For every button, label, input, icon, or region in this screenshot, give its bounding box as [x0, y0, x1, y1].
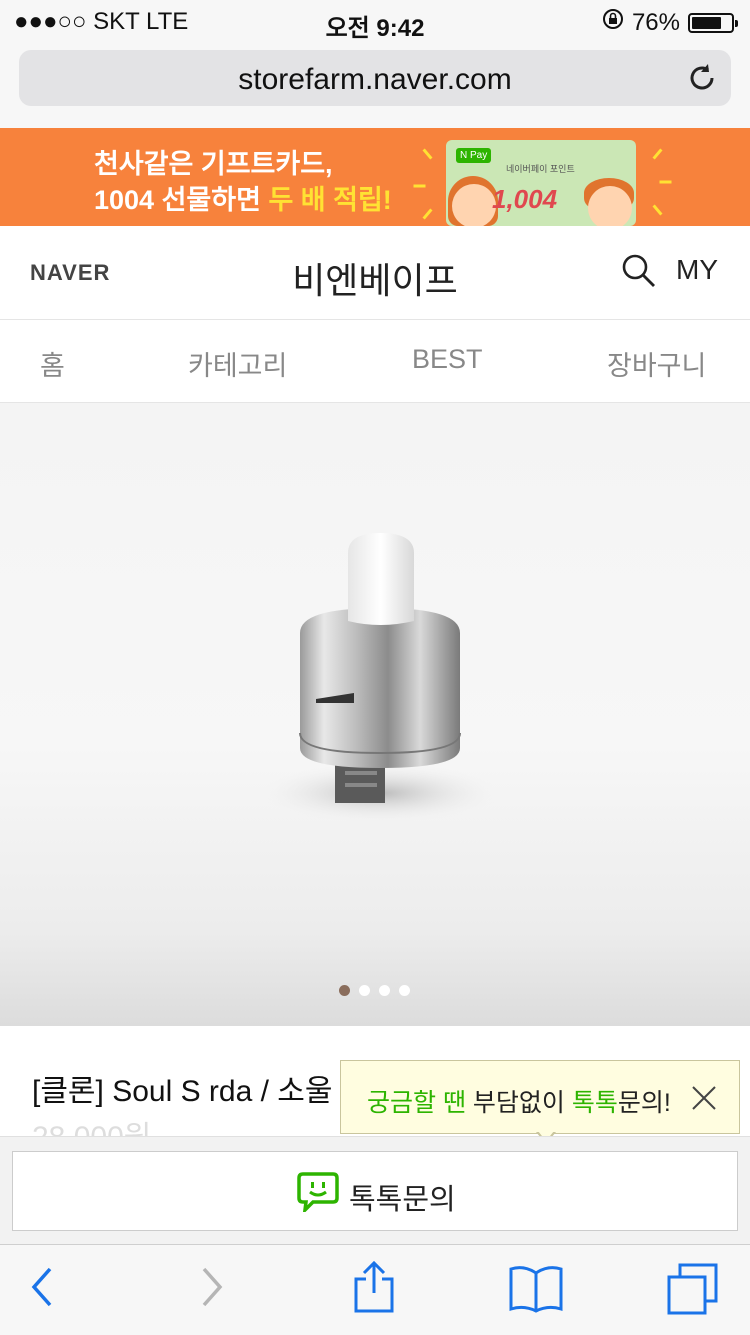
tab-category[interactable]: 카테고리	[188, 344, 287, 383]
boy-face	[588, 186, 632, 226]
address-bar[interactable]: storefarm.naver.com	[19, 50, 731, 106]
close-icon[interactable]	[691, 1085, 717, 1116]
banner-highlight: 두 배 적립!	[268, 185, 392, 215]
sparkle-icon	[652, 204, 663, 216]
rotation-lock-icon	[602, 8, 624, 37]
forward-icon[interactable]	[196, 1265, 226, 1314]
tooltip-text: 궁금할 땐 부담없이 톡톡문의!	[367, 1083, 671, 1119]
npay-badge: N Pay	[456, 148, 492, 163]
store-header: NAVER 비엔베이프 MY	[0, 226, 750, 320]
product-photo	[260, 533, 500, 823]
browser-address-area: storefarm.naver.com	[0, 42, 750, 129]
tooltip-part1: 궁금할 땐	[367, 1089, 466, 1117]
carousel-dot-active[interactable]	[339, 985, 350, 996]
tab-best[interactable]: BEST	[412, 344, 483, 375]
my-button[interactable]: MY	[676, 254, 718, 286]
gift-card-image: N Pay 네이버페이 포인트 1,004	[446, 140, 636, 226]
store-tabs: 홈 카테고리 BEST 장바구니	[0, 320, 750, 403]
url-text[interactable]: storefarm.naver.com	[19, 63, 731, 97]
banner-line2: 1004 선물하면 두 배 적립!	[94, 178, 392, 217]
card-subtitle: 네이버페이 포인트	[506, 164, 575, 174]
sparkle-icon	[652, 148, 663, 160]
carousel-dot[interactable]	[359, 985, 370, 996]
card-amount: 1,004	[492, 184, 558, 214]
sparkle-icon	[659, 180, 672, 184]
browser-toolbar	[0, 1244, 750, 1335]
carousel-dot[interactable]	[379, 985, 390, 996]
sparkle-icon	[413, 184, 426, 188]
talk-tooltip: 궁금할 땐 부담없이 톡톡문의!	[340, 1060, 740, 1134]
carousel-dot[interactable]	[399, 985, 410, 996]
sparkle-icon	[422, 148, 433, 160]
product-image-carousel[interactable]	[0, 403, 750, 1026]
girl-face	[452, 184, 496, 226]
tooltip-part3: 톡톡	[571, 1089, 618, 1117]
bookmarks-icon[interactable]	[508, 1265, 564, 1318]
tab-cart[interactable]: 장바구니	[607, 344, 706, 383]
talk-button-label: 톡톡문의	[349, 1184, 456, 1216]
tab-home[interactable]: 홈	[40, 344, 65, 383]
status-bar: ●●●○○ SKT LTE 오전 9:42 76%	[0, 0, 750, 42]
search-icon[interactable]	[620, 252, 658, 295]
talk-inquiry-button[interactable]: 톡톡문의	[12, 1151, 738, 1231]
talk-bar: 톡톡문의	[0, 1136, 750, 1245]
sparkle-icon	[422, 208, 433, 220]
battery-percent: 76%	[631, 8, 680, 36]
battery-level	[692, 16, 721, 29]
talktalk-icon	[297, 1172, 339, 1217]
reload-icon[interactable]	[687, 62, 717, 99]
battery-icon	[688, 12, 738, 33]
tabs-icon[interactable]	[666, 1263, 720, 1320]
product-title: [클론] Soul S rda / 소울	[32, 1075, 333, 1108]
tooltip-part4: 문의!	[617, 1089, 671, 1117]
banner-line2-prefix: 1004 선물하면	[94, 185, 269, 215]
banner-line1: 천사같은 기프트카드,	[94, 149, 333, 179]
share-icon[interactable]	[352, 1260, 396, 1318]
tooltip-part2: 부담없이	[465, 1089, 572, 1117]
status-right: 76%	[602, 8, 738, 37]
back-icon[interactable]	[28, 1265, 58, 1314]
promo-banner[interactable]: 천사같은 기프트카드, 1004 선물하면 두 배 적립! N Pay 네이버페…	[0, 128, 750, 226]
